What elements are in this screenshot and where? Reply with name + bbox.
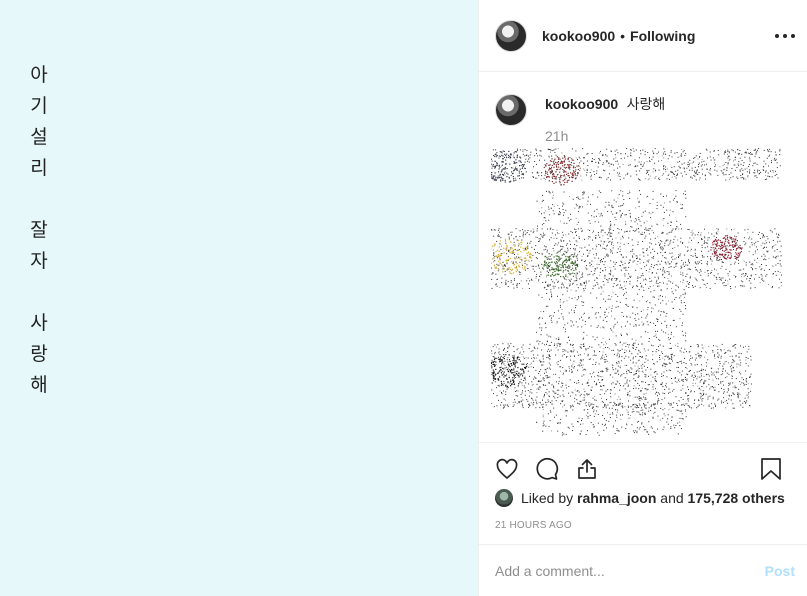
comment-icon[interactable] <box>533 455 561 483</box>
image-char: 해 <box>30 374 48 396</box>
image-line-gap <box>28 184 50 215</box>
dithered-comments-overlay <box>491 148 782 436</box>
avatar[interactable] <box>495 94 527 126</box>
separator-dot: • <box>620 27 626 44</box>
comment-input[interactable] <box>495 562 765 579</box>
comments-area: kookoo900 사랑해 21h <box>479 72 807 442</box>
heart-icon[interactable] <box>493 455 521 483</box>
action-bar <box>479 442 807 494</box>
image-char: 랑 <box>30 343 48 365</box>
share-icon[interactable] <box>573 455 601 483</box>
post-image: 아 기 설 리 잘 자 사 랑 해 <box>0 0 478 596</box>
post-side-panel: kookoo900 • Following kookoo900 사랑해 21h <box>478 0 807 596</box>
post-button[interactable]: Post <box>765 563 795 579</box>
post-header: kookoo900 • Following <box>479 0 807 72</box>
image-char: 잘 <box>30 219 48 241</box>
avatar[interactable] <box>495 19 527 52</box>
more-options-icon[interactable] <box>775 26 795 46</box>
following-button[interactable]: Following <box>630 28 695 44</box>
caption: kookoo900 사랑해 21h <box>479 72 807 144</box>
caption-body: kookoo900 사랑해 21h <box>545 94 665 144</box>
image-char: 리 <box>30 157 48 179</box>
caption-username[interactable]: kookoo900 <box>545 96 618 112</box>
likes-middle: and <box>660 490 684 506</box>
liker-username[interactable]: rahma_joon <box>577 490 656 506</box>
image-char: 자 <box>30 250 48 272</box>
image-char: 사 <box>30 312 48 334</box>
post-image-text: 아 기 설 리 잘 자 사 랑 해 <box>28 60 50 401</box>
likes-count[interactable]: 175,728 others <box>688 490 785 506</box>
avatar[interactable] <box>495 489 513 507</box>
likes-summary: Liked by rahma_joon and 175,728 others <box>495 489 785 507</box>
image-char: 아 <box>30 64 48 86</box>
image-char: 설 <box>30 126 48 148</box>
image-line-gap <box>28 277 50 308</box>
comment-form: Post <box>479 544 807 596</box>
caption-text: 사랑해 <box>626 97 666 113</box>
image-char: 기 <box>30 95 48 117</box>
likes-prefix: Liked by <box>521 490 574 506</box>
bookmark-icon[interactable] <box>757 455 785 483</box>
header-username[interactable]: kookoo900 <box>542 28 615 44</box>
caption-time: 21h <box>545 128 569 144</box>
post-timestamp[interactable]: 21 HOURS AGO <box>495 520 572 531</box>
